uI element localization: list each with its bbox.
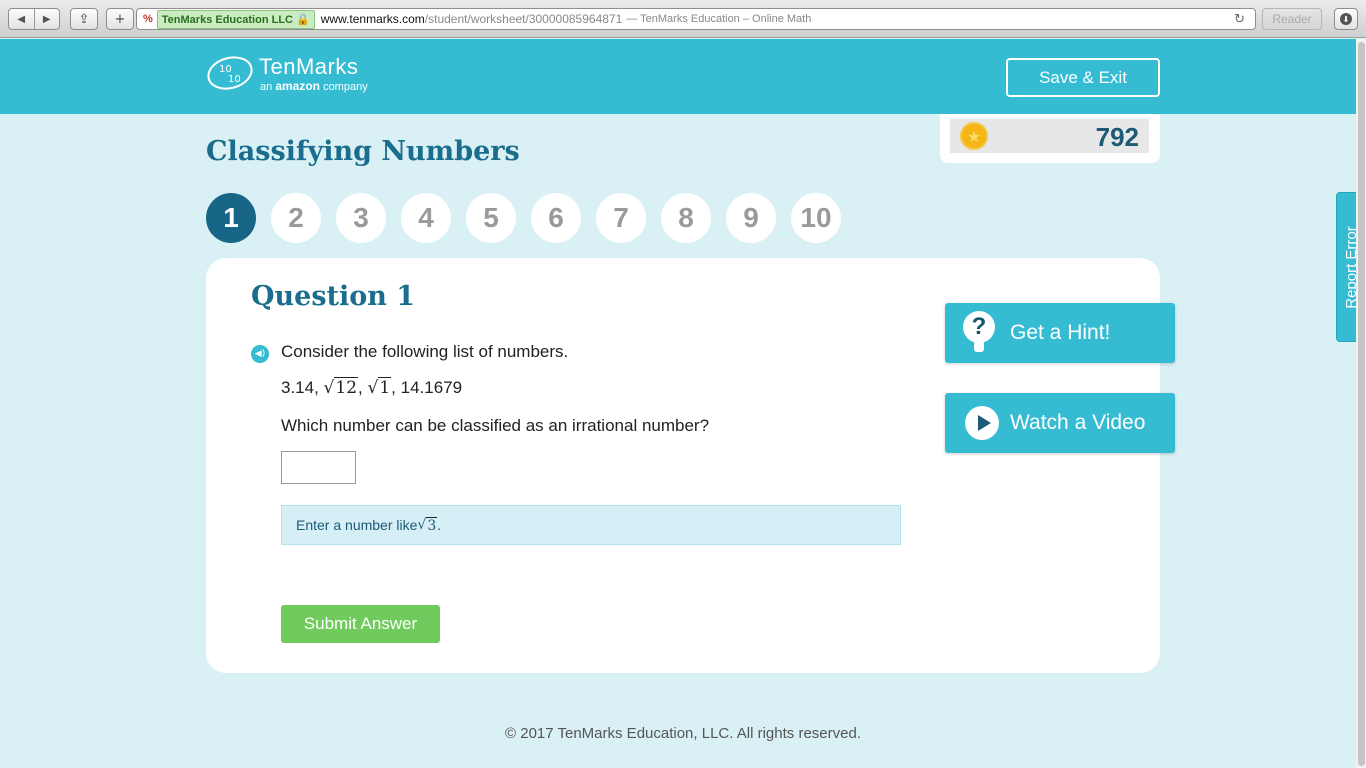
scrollbar-thumb[interactable]: [1358, 42, 1365, 766]
forward-icon[interactable]: ▶: [33, 9, 60, 29]
play-icon: [965, 406, 999, 440]
site-identity-badge: TenMarks Education LLC 🔒: [156, 9, 315, 29]
save-exit-button[interactable]: Save & Exit: [1006, 58, 1160, 97]
question-step-3[interactable]: 3: [336, 193, 386, 243]
watch-video-label: Watch a Video: [1010, 411, 1146, 434]
number-list: 3.14, √12, √1, 14.1679: [281, 377, 463, 398]
hint-bulb-icon: ?: [963, 311, 995, 352]
speaker-icon[interactable]: ◀): [251, 345, 269, 363]
get-hint-button[interactable]: ? Get a Hint!: [945, 303, 1175, 363]
question-step-8[interactable]: 8: [661, 193, 711, 243]
tenmarks-logo-icon: 10 10: [207, 56, 253, 90]
question-step-6[interactable]: 6: [531, 193, 581, 243]
question-heading: Question 1: [251, 281, 416, 312]
reader-button[interactable]: Reader: [1262, 8, 1322, 30]
new-tab-icon[interactable]: +: [106, 8, 134, 30]
page-title: Classifying Numbers: [206, 136, 520, 167]
question-nav: 1 2 3 4 5 6 7 8 9 10: [206, 193, 856, 243]
reload-icon[interactable]: ↻: [1234, 12, 1245, 27]
lock-icon: 🔒: [296, 13, 310, 26]
question-step-7[interactable]: 7: [596, 193, 646, 243]
url-path: /student/worksheet/30000085964871: [424, 12, 623, 26]
coin-icon: ★: [960, 122, 988, 150]
brand-name: TenMarks: [259, 54, 359, 79]
answer-input[interactable]: [281, 451, 356, 484]
question-step-5[interactable]: 5: [466, 193, 516, 243]
site-percent-icon: %: [143, 13, 153, 25]
question-step-9[interactable]: 9: [726, 193, 776, 243]
back-forward-buttons: ◀ ▶: [8, 8, 60, 30]
get-hint-label: Get a Hint!: [1010, 321, 1111, 344]
download-icon: ⬇: [1340, 13, 1352, 25]
sqrt-icon: √: [417, 517, 427, 533]
url-page-title: — TenMarks Education – Online Math: [626, 13, 812, 25]
sqrt-icon: √: [367, 378, 379, 398]
score-value: 792: [1095, 122, 1139, 152]
question-ask: Which number can be classified as an irr…: [281, 416, 710, 435]
downloads-button[interactable]: ⬇: [1334, 8, 1358, 30]
url-host: www.tenmarks.com: [320, 12, 425, 26]
question-step-1[interactable]: 1: [206, 193, 256, 243]
score-bar: ★ 792: [950, 119, 1149, 153]
footer-copyright: © 2017 TenMarks Education, LLC. All righ…: [505, 725, 861, 742]
back-icon[interactable]: ◀: [9, 9, 34, 29]
input-hint: Enter a number like √ 3.: [281, 505, 901, 545]
submit-answer-button[interactable]: Submit Answer: [281, 605, 440, 643]
watch-video-button[interactable]: Watch a Video: [945, 393, 1175, 453]
sqrt-icon: √: [323, 378, 335, 398]
question-step-4[interactable]: 4: [401, 193, 451, 243]
brand-tagline: an amazon company: [260, 79, 368, 93]
question-step-10[interactable]: 10: [791, 193, 841, 243]
question-step-2[interactable]: 2: [271, 193, 321, 243]
svg-text:10: 10: [228, 74, 241, 85]
address-bar[interactable]: % TenMarks Education LLC 🔒 www.tenmarks.…: [136, 8, 1256, 30]
score-panel: ★ 792: [940, 114, 1160, 163]
question-prompt: Consider the following list of numbers.: [281, 342, 569, 361]
share-icon[interactable]: ⇪: [70, 8, 98, 30]
